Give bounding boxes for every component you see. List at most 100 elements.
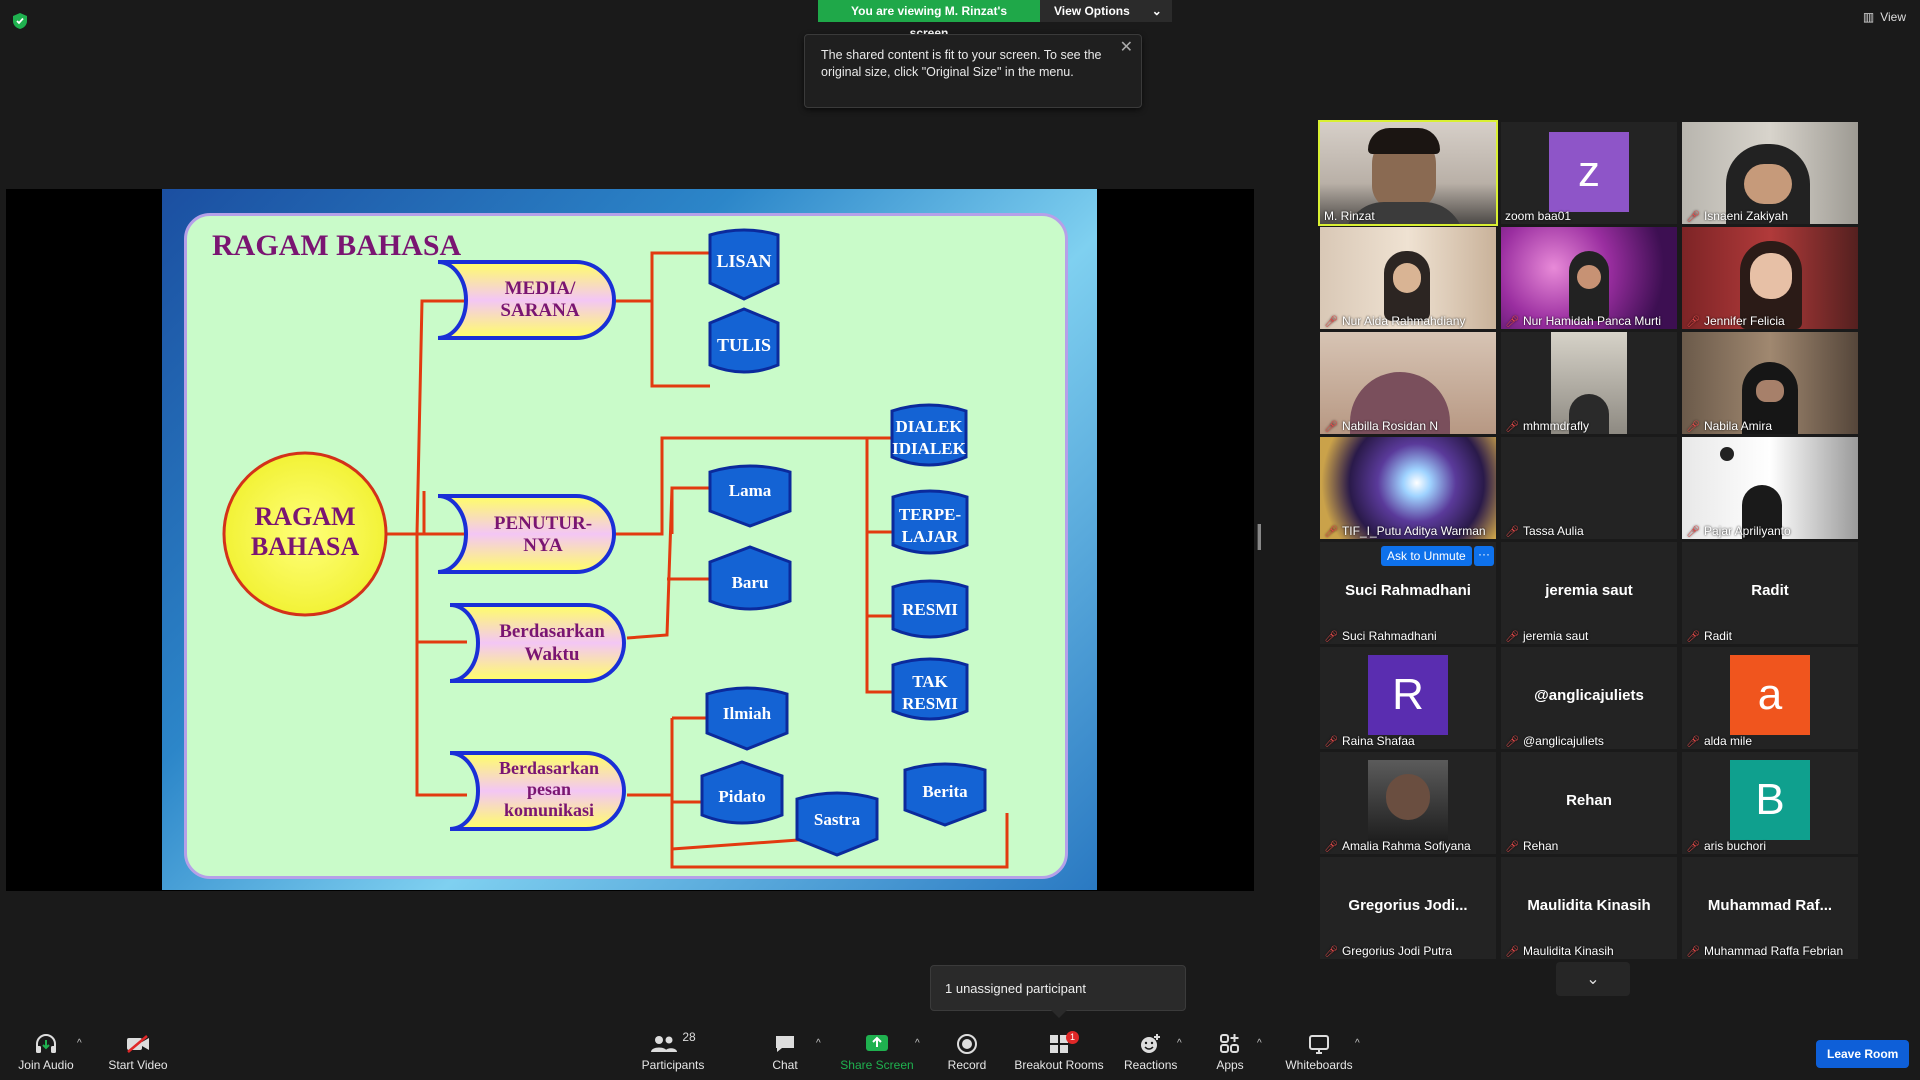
whiteboards-button[interactable]: Whiteboards [1282, 1030, 1356, 1072]
participant-name: 🎤︎ alda mile [1686, 734, 1752, 748]
caret-up-icon: ^ [915, 1038, 920, 1049]
caret-up-icon: ^ [816, 1038, 821, 1049]
chevron-down-icon: ⌄ [1151, 4, 1162, 18]
caret-up-icon: ^ [77, 1038, 82, 1049]
svg-text:Sastra: Sastra [814, 810, 861, 829]
participant-name: 🎤︎ mhmmdrafly [1505, 419, 1589, 433]
participant-name: 🎤︎ Tassa Aulia [1505, 524, 1584, 538]
mic-muted-icon: 🎤︎ [1324, 840, 1338, 853]
participant-tile[interactable]: 🎤︎ Amalia Rahma Sofiyana [1320, 752, 1496, 854]
mic-muted-icon: 🎤︎ [1505, 945, 1519, 958]
apps-button[interactable]: Apps [1212, 1030, 1248, 1072]
participant-tile[interactable]: Gregorius Jodi... 🎤︎ Gregorius Jodi Putra [1320, 857, 1496, 959]
participant-name: 🎤︎ Gregorius Jodi Putra [1324, 944, 1453, 958]
participant-name: 🎤︎ aris buchori [1686, 839, 1766, 853]
record-button[interactable]: Record [944, 1030, 990, 1072]
share-screen-icon [840, 1030, 914, 1058]
chat-button[interactable]: Chat [760, 1030, 810, 1072]
svg-text:SARANA: SARANA [500, 300, 579, 321]
view-layout-button[interactable]: ▥ View [1863, 10, 1906, 24]
svg-text:Waktu: Waktu [525, 644, 580, 665]
chevron-down-icon: ⌄ [1586, 971, 1600, 988]
participant-tile[interactable]: B 🎤︎ aris buchori [1682, 752, 1858, 854]
participants-button[interactable]: 28 Participants [640, 1030, 706, 1072]
participant-tile[interactable]: z zoom baa01 [1501, 122, 1677, 224]
participant-tile[interactable]: 🎤︎ Nur Aida Rahmahdiany [1320, 227, 1496, 329]
mic-muted-icon: 🎤︎ [1505, 525, 1519, 538]
participant-tile[interactable]: a 🎤︎ alda mile [1682, 647, 1858, 749]
apps-label: Apps [1216, 1058, 1244, 1072]
headphones-icon [14, 1030, 78, 1058]
view-options-button[interactable]: View Options ⌄ [1040, 0, 1172, 22]
join-audio-button[interactable]: Join Audio [14, 1030, 78, 1072]
mic-muted-icon: 🎤︎ [1505, 840, 1519, 853]
unassigned-participant-popup[interactable]: 1 unassigned participant [930, 965, 1186, 1018]
start-video-label: Start Video [108, 1058, 168, 1072]
svg-text:TULIS: TULIS [717, 335, 771, 355]
gallery-next-page-button[interactable]: ⌄ [1556, 962, 1630, 996]
breakout-badge: 1 [1066, 1031, 1080, 1044]
participant-tile[interactable]: 🎤︎ TIF_I_Putu Aditya Warman [1320, 437, 1496, 539]
reactions-label: Reactions [1124, 1058, 1178, 1072]
participant-tile[interactable]: jeremia saut 🎤︎ jeremia saut [1501, 542, 1677, 644]
participant-tile[interactable]: 🎤︎ Isnaeni Zakiyah [1682, 122, 1858, 224]
participant-tile[interactable]: 🎤︎ Tassa Aulia [1501, 437, 1677, 539]
reactions-button[interactable]: Reactions [1124, 1030, 1178, 1072]
participant-tile[interactable]: Radit 🎤︎ Radit [1682, 542, 1858, 644]
leave-room-button[interactable]: Leave Room [1816, 1040, 1910, 1068]
participant-name: 🎤︎ Nur Aida Rahmahdiany [1324, 314, 1466, 328]
participant-name: 🎤︎ Maulidita Kinasih [1505, 944, 1614, 958]
participant-tile[interactable]: Maulidita Kinasih 🎤︎ Maulidita Kinasih [1501, 857, 1677, 959]
caret-up-icon: ^ [1257, 1038, 1262, 1049]
node-sastra: Sastra [795, 791, 879, 857]
mic-muted-icon: 🎤︎ [1324, 735, 1338, 748]
fit-screen-tooltip: The shared content is fit to your screen… [804, 34, 1142, 108]
svg-text:TERPE-: TERPE- [899, 505, 962, 524]
svg-text:TAK: TAK [912, 672, 948, 691]
pill-media: MEDIA/ SARANA [437, 260, 616, 340]
whiteboard-icon [1282, 1030, 1356, 1058]
chat-label: Chat [772, 1058, 798, 1072]
svg-text:pesan: pesan [527, 779, 571, 799]
participant-name: 🎤︎ Pajar Apriliyanto [1686, 524, 1791, 538]
participant-tile[interactable]: 🎤︎ Pajar Apriliyanto [1682, 437, 1858, 539]
participant-tile[interactable]: 🎤︎ Jennifer Felicia [1682, 227, 1858, 329]
mic-muted-icon: 🎤︎ [1505, 630, 1519, 643]
participants-icon: 28 [640, 1030, 706, 1058]
reactions-icon [1124, 1030, 1176, 1058]
participant-name: zoom baa01 [1505, 209, 1572, 223]
close-icon[interactable]: ✕ [1120, 39, 1133, 56]
view-label: View [1880, 10, 1906, 24]
participant-tile[interactable]: 🎤︎ mhmmdrafly [1501, 332, 1677, 434]
participant-tile[interactable]: M. Rinzat [1318, 120, 1498, 226]
participant-tile[interactable]: @anglicajuliets 🎤︎ @anglicajuliets [1501, 647, 1677, 749]
participant-tile[interactable]: 🎤︎ Nabila Amira [1682, 332, 1858, 434]
participant-video [1368, 760, 1448, 840]
breakout-rooms-button[interactable]: 1 Breakout Rooms [1012, 1030, 1106, 1072]
participant-tile[interactable]: R 🎤︎ Raina Shafaa [1320, 647, 1496, 749]
participant-tile[interactable]: 🎤︎ Nur Hamidah Panca Murti [1501, 227, 1677, 329]
split-resize-handle[interactable] [1257, 524, 1261, 550]
participant-tile[interactable]: Rehan 🎤︎ Rehan [1501, 752, 1677, 854]
join-audio-label: Join Audio [18, 1058, 74, 1072]
start-video-button[interactable]: Start Video [106, 1030, 170, 1072]
mic-muted-icon: 🎤︎ [1686, 840, 1700, 853]
participant-display-name: Maulidita Kinasih [1527, 897, 1651, 914]
node-tulis: TULIS [708, 307, 780, 374]
participant-tile[interactable]: 🎤︎ Nabilla Rosidan N [1320, 332, 1496, 434]
participant-name: 🎤︎ jeremia saut [1505, 629, 1589, 643]
share-screen-button[interactable]: Share Screen [840, 1030, 914, 1072]
participant-name: 🎤︎ Raina Shafaa [1324, 734, 1415, 748]
record-label: Record [947, 1058, 987, 1072]
ask-to-unmute-button[interactable]: Ask to Unmute [1381, 546, 1472, 566]
mic-muted-icon: 🎤︎ [1505, 735, 1519, 748]
participant-tile[interactable]: Muhammad Raf... 🎤︎ Muhammad Raffa Febrian [1682, 857, 1858, 959]
security-shield-icon[interactable] [12, 12, 28, 30]
more-options-button[interactable]: ··· [1474, 546, 1494, 566]
participant-name: M. Rinzat [1324, 209, 1375, 223]
grid-view-icon: ▥ [1862, 10, 1875, 24]
avatar: R [1368, 655, 1448, 735]
node-lisan: LISAN [708, 228, 780, 301]
mic-muted-icon: 🎤︎ [1324, 945, 1338, 958]
node-ilmiah: Ilmiah [705, 686, 789, 751]
